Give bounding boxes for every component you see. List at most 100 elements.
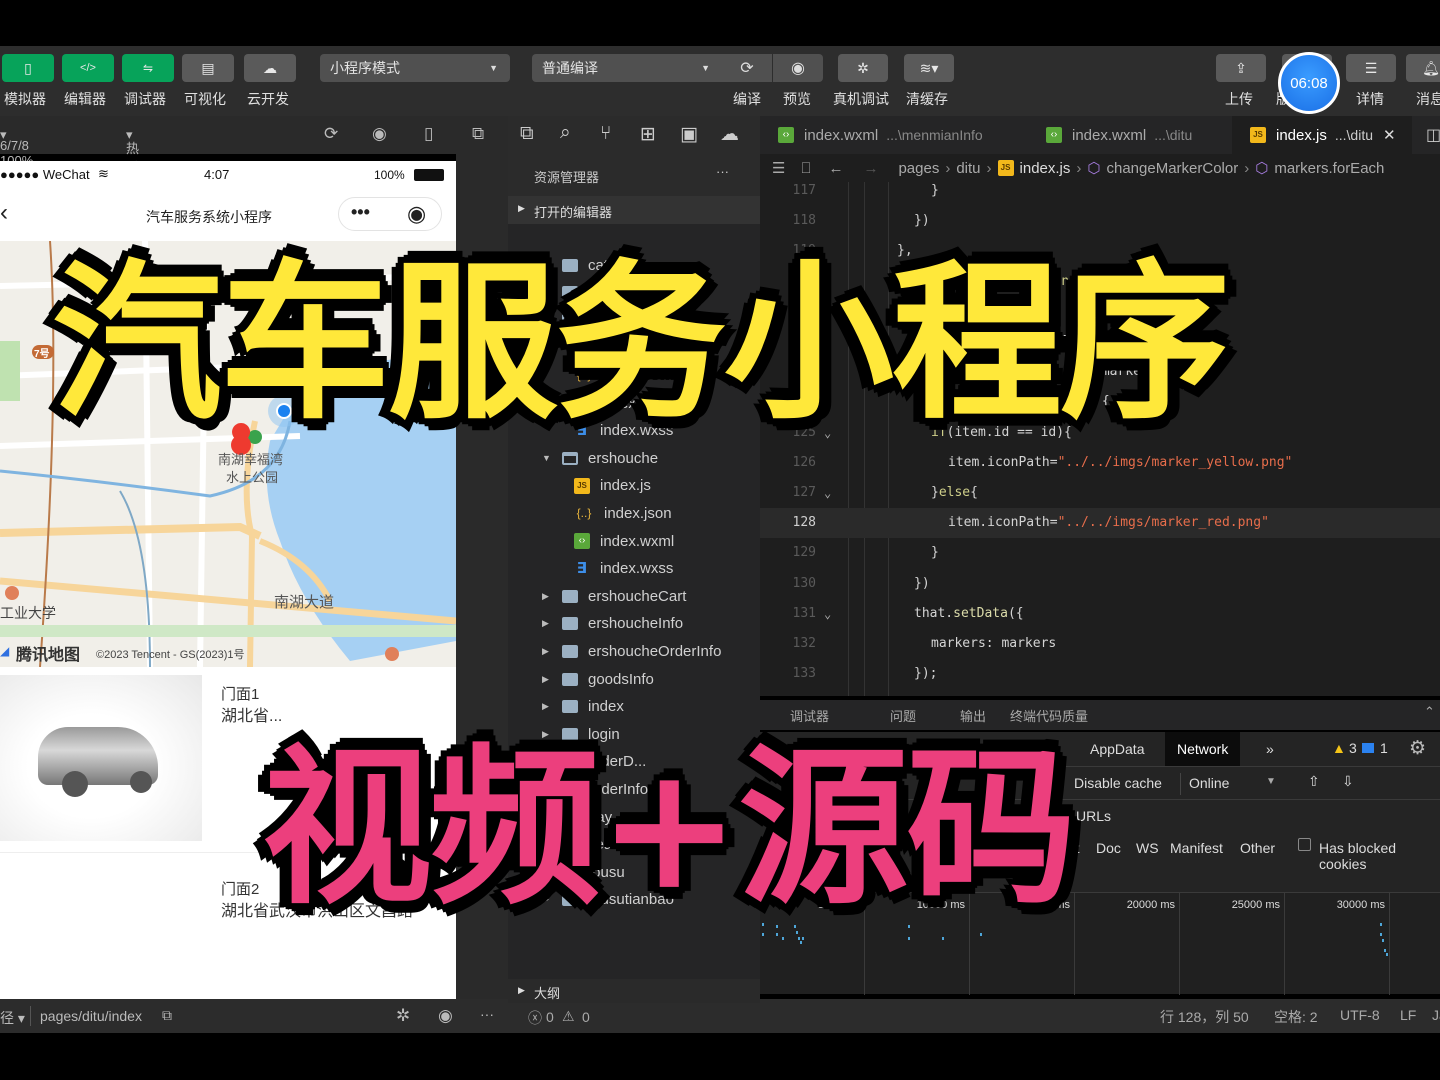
import-har-icon[interactable]: ⇧ bbox=[1308, 773, 1320, 790]
tree-item[interactable]: ▶ ershoucheInfo bbox=[542, 611, 683, 637]
info-count[interactable]: 1 bbox=[1380, 740, 1388, 756]
tab-ditu-js[interactable]: JS index.js ...\ditu ✕ bbox=[1232, 116, 1412, 154]
filter-type-ws[interactable]: WS bbox=[1136, 840, 1159, 856]
devtools-tab-appdata[interactable]: AppData bbox=[1078, 732, 1156, 766]
tree-item[interactable]: ▶ ershoucheOrderInfo bbox=[542, 638, 721, 664]
messages-button[interactable]: 🔔︎ bbox=[1406, 54, 1440, 82]
forward-arrow-icon[interactable]: → bbox=[863, 160, 878, 177]
tree-item[interactable]: ▶ goodsInfo bbox=[542, 666, 654, 692]
code-line[interactable]: 127 ⌄}else{ bbox=[760, 478, 1440, 508]
storage-icon[interactable]: ▣ bbox=[680, 123, 698, 146]
list-icon[interactable]: ☰ bbox=[772, 159, 785, 177]
breadcrumb-item[interactable]: index.js bbox=[1020, 160, 1071, 177]
visual-toggle-button[interactable]: ▤ bbox=[182, 54, 234, 82]
compile-label: 编译 bbox=[733, 91, 761, 107]
code-line[interactable]: 132 markers: markers bbox=[760, 629, 1440, 659]
code-line[interactable]: 130}) bbox=[760, 569, 1440, 599]
battery-icon bbox=[414, 169, 444, 181]
filter-type-doc[interactable]: Doc bbox=[1096, 840, 1121, 856]
simulator-toggle-button[interactable]: ▯ bbox=[2, 54, 54, 82]
tree-item[interactable]: {..} index.json bbox=[574, 500, 672, 526]
back-icon[interactable]: ‹ bbox=[0, 199, 8, 227]
error-count: 0 bbox=[546, 1009, 554, 1025]
hide-data-urls-label[interactable]: URLs bbox=[1076, 808, 1111, 824]
details-button[interactable]: ☰ bbox=[1346, 54, 1396, 82]
device-icon[interactable]: ▯ bbox=[424, 124, 433, 144]
cloud-dev-button[interactable]: ☁ bbox=[244, 54, 296, 82]
request-mark bbox=[1380, 933, 1382, 936]
code-line[interactable]: 133}); bbox=[760, 659, 1440, 689]
collapse-panel-icon[interactable]: ⌃ bbox=[1424, 704, 1435, 720]
code-line[interactable]: 126 item.iconPath="../../imgs/marker_yell… bbox=[760, 448, 1440, 478]
upload-icon: ⇪ bbox=[1235, 59, 1247, 76]
tree-item[interactable]: ▶ ershoucheCart bbox=[542, 583, 686, 609]
filter-type-manifest[interactable]: Manifest bbox=[1170, 840, 1223, 856]
outline-section[interactable]: ▶ 大纲 bbox=[508, 979, 760, 1003]
eye-icon[interactable]: ◉ bbox=[438, 1006, 453, 1026]
throttle-select[interactable]: Online bbox=[1189, 775, 1229, 791]
split-editor-icon[interactable]: ◫ bbox=[1426, 125, 1440, 145]
extensions-icon[interactable]: ⊞ bbox=[640, 123, 656, 146]
warning-count[interactable]: 3 bbox=[1349, 740, 1357, 756]
cursor-position[interactable]: 行 128，列 50 bbox=[1160, 1007, 1249, 1027]
tree-item[interactable]: ‹› index.wxml bbox=[574, 528, 674, 554]
line-number: 128 bbox=[792, 515, 816, 531]
code-line[interactable]: 131 ⌄ that.setData({ bbox=[760, 599, 1440, 629]
stop-icon[interactable]: ◉ bbox=[372, 124, 387, 144]
rotate-icon[interactable]: ⟳ bbox=[324, 124, 338, 144]
devtools-tab-network[interactable]: Network bbox=[1165, 732, 1241, 766]
more-tabs-icon[interactable]: » bbox=[1254, 732, 1286, 766]
disable-cache-label[interactable]: Disable cache bbox=[1074, 775, 1162, 791]
preview-button[interactable]: ◉ bbox=[773, 54, 823, 82]
source-control-icon[interactable]: ⑂ bbox=[600, 123, 611, 145]
json-file-icon: {..} bbox=[576, 506, 592, 521]
back-arrow-icon[interactable]: ← bbox=[828, 160, 843, 177]
tree-item[interactable]: JS index.js bbox=[574, 473, 651, 499]
settings-gear-icon[interactable]: ⚙ bbox=[1409, 737, 1426, 760]
export-har-icon[interactable]: ⇩ bbox=[1342, 773, 1354, 790]
tab-ditu-wxml[interactable]: ‹› index.wxml ...\ditu bbox=[1028, 116, 1228, 154]
fold-chevron-icon[interactable]: ⌄ bbox=[824, 478, 831, 508]
docker-icon[interactable]: ☁ bbox=[720, 123, 739, 146]
files-icon[interactable]: ⧉ bbox=[520, 123, 534, 145]
clear-cache-label: 清缓存 bbox=[906, 91, 948, 107]
indentation[interactable]: 空格: 2 bbox=[1274, 1007, 1318, 1027]
more-icon[interactable]: ··· bbox=[480, 1006, 494, 1022]
debugger-toggle-button[interactable]: ⇋ bbox=[122, 54, 174, 82]
tab-menmian-wxml[interactable]: ‹› index.wxml ...\menmianInfo bbox=[760, 116, 1024, 154]
breadcrumb-item[interactable]: pages bbox=[898, 160, 939, 177]
compile-select[interactable]: 普通编译 ▼ bbox=[532, 54, 722, 82]
path-select[interactable]: 径 ▾ bbox=[0, 1008, 25, 1028]
device-select[interactable]: 6/7/8 100% 15 ▾ bbox=[0, 127, 33, 183]
copy-icon[interactable]: ⧉ bbox=[162, 1007, 172, 1024]
problems-status[interactable]: ⓧ 0 ⚠ 0 bbox=[508, 1003, 760, 1033]
clear-cache-button[interactable]: ≋▾ bbox=[904, 54, 954, 82]
code-line[interactable]: 117} bbox=[760, 182, 1440, 206]
editor-toggle-button[interactable]: </> bbox=[62, 54, 114, 82]
compile-button[interactable]: ⟳ bbox=[722, 54, 772, 82]
line-ending[interactable]: LF bbox=[1400, 1007, 1416, 1023]
bookmark-icon[interactable]: ⎕ bbox=[801, 160, 810, 177]
breadcrumb-sep: › bbox=[1244, 159, 1250, 177]
bug-icon[interactable]: ✲ bbox=[396, 1006, 410, 1026]
code-line[interactable]: 128 item.iconPath="../../imgs/marker_red.… bbox=[760, 508, 1440, 539]
filter-type-other[interactable]: Other bbox=[1240, 840, 1275, 856]
code-line[interactable]: 129} bbox=[760, 538, 1440, 568]
close-tab-icon[interactable]: ✕ bbox=[1383, 126, 1396, 144]
encoding[interactable]: UTF-8 bbox=[1340, 1007, 1380, 1023]
breadcrumb-item[interactable]: markers.forEach bbox=[1274, 160, 1384, 177]
upload-button[interactable]: ⇪ bbox=[1216, 54, 1266, 82]
language-mode[interactable]: JavaScript bbox=[1432, 1007, 1440, 1023]
breadcrumb-item[interactable]: changeMarkerColor bbox=[1107, 160, 1239, 177]
mode-select[interactable]: 小程序模式 ▼ bbox=[320, 54, 510, 82]
fold-chevron-icon[interactable]: ⌄ bbox=[824, 599, 831, 629]
tree-item[interactable]: ∃ index.wxss bbox=[574, 556, 673, 582]
search-icon[interactable]: ⌕ bbox=[560, 122, 571, 144]
more-icon[interactable]: ··· bbox=[716, 164, 729, 179]
breadcrumb-item[interactable]: ditu bbox=[956, 160, 980, 177]
remote-debug-button[interactable]: ✲ bbox=[838, 54, 888, 82]
detach-window-icon[interactable]: ⧉ bbox=[472, 124, 484, 144]
hot-reload-select[interactable]: 热重载 开 ▾ bbox=[126, 127, 139, 213]
has-blocked-cookies-checkbox[interactable] bbox=[1298, 838, 1311, 851]
js-file-icon: JS bbox=[574, 477, 590, 494]
